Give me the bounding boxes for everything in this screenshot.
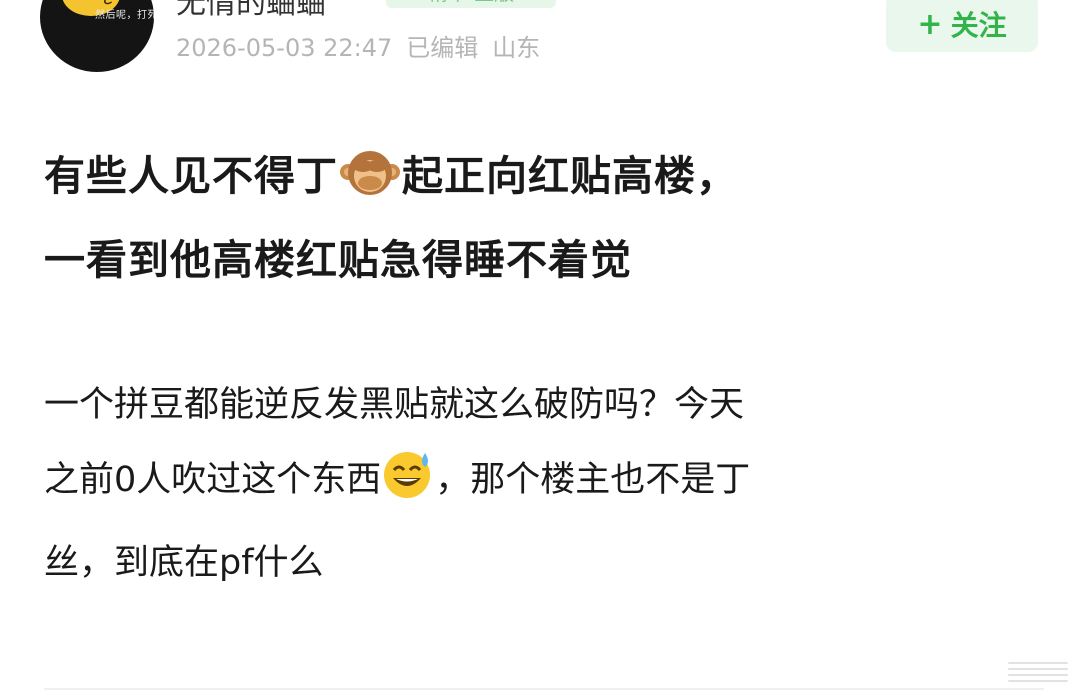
post-timestamp: 2026-05-03 22:47 bbox=[176, 34, 393, 62]
body-line-2b: ，那个楼主也不是丁 bbox=[435, 460, 751, 500]
post-header: ε 然后呢，打死我 无情的蛐蛐 精华·正版 2026-05-03 22:47 已编… bbox=[0, 0, 1080, 80]
author-name[interactable]: 无情的蛐蛐 bbox=[176, 0, 326, 22]
grinning-sweat-face-icon bbox=[381, 449, 435, 526]
follow-label: 关注 bbox=[950, 9, 1007, 42]
title-text-2: 一看到他高楼红贴急得睡不着觉 bbox=[44, 236, 632, 284]
location-label: 山东 bbox=[492, 34, 541, 62]
post-title: 有些人见不得丁 起正向红贴高楼， 一看到他高楼红贴急得睡不着觉 bbox=[44, 138, 1044, 298]
body-line-3: 丝，到底在pf什么 bbox=[44, 543, 324, 583]
see-no-evil-monkey-icon bbox=[338, 146, 402, 222]
avatar-caption: 然后呢，打死我 bbox=[95, 10, 154, 21]
edited-label: 已编辑 bbox=[406, 34, 479, 62]
divider bbox=[44, 688, 1044, 690]
body-line-1: 一个拼豆都能逆反发黑贴就这么破防吗？今天 bbox=[44, 385, 745, 425]
plus-icon: + bbox=[917, 6, 943, 42]
author-tag-badge: 精华·正版 bbox=[386, 0, 556, 8]
post-body: 一个拼豆都能逆反发黑贴就这么破防吗？今天 之前0人吹过这个东西 ，那个楼主也不是… bbox=[44, 368, 1014, 601]
title-text-1b: 起正向红贴高楼， bbox=[402, 152, 738, 200]
post-meta: 2026-05-03 22:47 已编辑 山东 bbox=[176, 28, 554, 63]
follow-button[interactable]: + 关注 bbox=[886, 0, 1038, 52]
watermark-icon bbox=[1008, 662, 1068, 686]
author-avatar[interactable]: ε 然后呢，打死我 bbox=[40, 0, 154, 72]
body-line-2a: 之前0人吹过这个东西 bbox=[44, 460, 382, 500]
title-text-1a: 有些人见不得丁 bbox=[44, 152, 338, 200]
